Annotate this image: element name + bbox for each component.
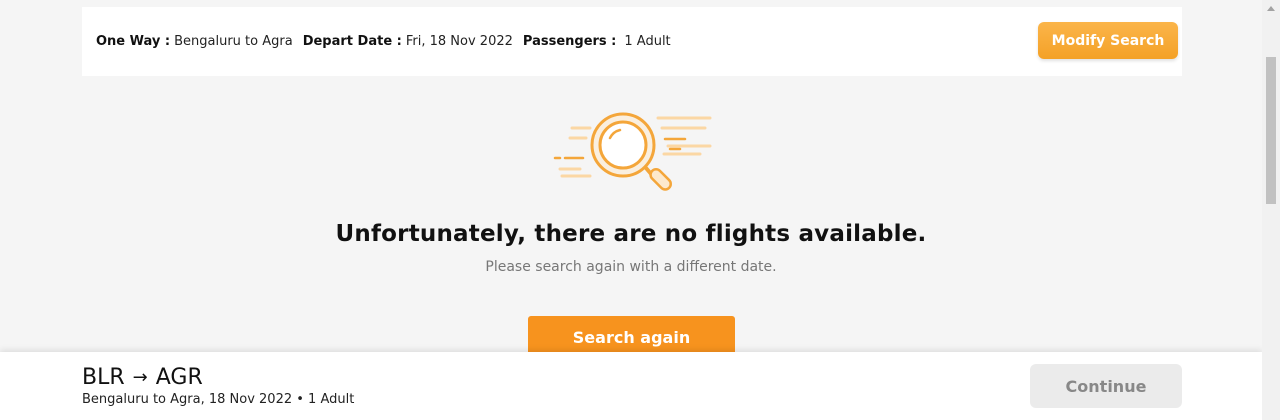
trip-type-field: One Way : Bengaluru to Agra bbox=[96, 34, 293, 49]
passengers-value: 1 Adult bbox=[624, 34, 671, 49]
continue-button[interactable]: Continue bbox=[1030, 364, 1182, 408]
origin-code: BLR bbox=[82, 365, 125, 390]
no-flights-title: Unfortunately, there are no flights avai… bbox=[335, 221, 927, 247]
route-code-line: BLR → AGR bbox=[82, 365, 203, 390]
magnifier-icon bbox=[550, 108, 720, 200]
depart-date-label: Depart Date : bbox=[302, 34, 402, 49]
depart-date-field: Depart Date : Fri, 18 Nov 2022 bbox=[303, 34, 513, 49]
passengers-label: Passengers : bbox=[522, 34, 617, 49]
route-value: Bengaluru to Agra bbox=[174, 34, 293, 49]
trip-type-label: One Way : bbox=[96, 34, 171, 49]
modify-search-button[interactable]: Modify Search bbox=[1038, 22, 1178, 59]
vertical-scrollbar[interactable] bbox=[1262, 0, 1280, 420]
depart-date-value: Fri, 18 Nov 2022 bbox=[405, 34, 513, 49]
search-summary-bar: One Way : Bengaluru to Agra Depart Date … bbox=[82, 7, 1182, 76]
no-flights-subtitle: Please search again with a different dat… bbox=[485, 259, 777, 275]
scroll-thumb[interactable] bbox=[1266, 57, 1276, 204]
bottom-summary-bar: BLR → AGR Bengaluru to Agra, 18 Nov 2022… bbox=[0, 352, 1262, 420]
passengers-field: Passengers : 1 Adult bbox=[523, 34, 671, 49]
arrow-right-icon: → bbox=[132, 367, 148, 388]
destination-code: AGR bbox=[155, 365, 203, 390]
route-detail: Bengaluru to Agra, 18 Nov 2022 • 1 Adult bbox=[82, 392, 355, 407]
scroll-up-icon[interactable] bbox=[1267, 6, 1275, 11]
